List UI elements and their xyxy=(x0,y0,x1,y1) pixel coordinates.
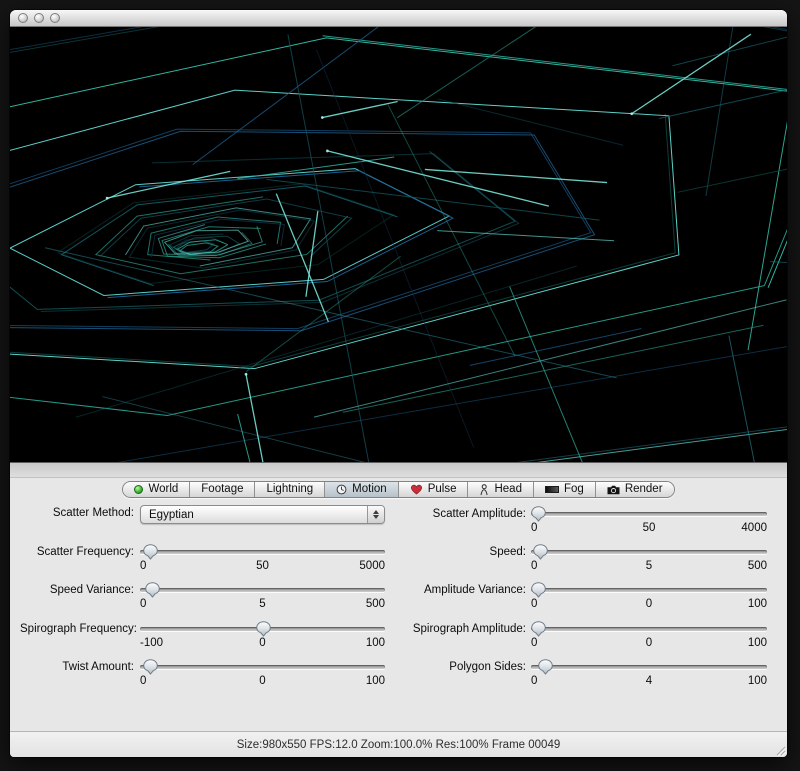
scale-value: 0 xyxy=(259,675,265,687)
scale-value: 100 xyxy=(748,637,767,649)
scale-value: 0 xyxy=(140,598,146,610)
scale-value: 0 xyxy=(531,522,537,534)
tab-label: Head xyxy=(494,482,522,497)
slider-thumb[interactable] xyxy=(143,544,158,560)
control-panel: World Footage Lightning Motion Pulse Head Fog R… xyxy=(10,478,787,731)
camera-icon xyxy=(607,485,620,495)
app-window: World Footage Lightning Motion Pulse Head Fog R… xyxy=(10,10,787,757)
zoom-button[interactable] xyxy=(50,13,60,23)
slider-scale: 0 4 100 xyxy=(531,675,767,689)
green-led-icon xyxy=(134,485,143,494)
scale-value: 0 xyxy=(531,637,537,649)
scale-value: 0 xyxy=(259,637,265,649)
scale-value: 0 xyxy=(531,675,537,687)
panel-divider xyxy=(10,462,787,478)
status-text: Size:980x550 FPS:12.0 Zoom:100.0% Res:10… xyxy=(237,739,560,751)
wireframe-spiral-art xyxy=(10,27,787,462)
tab-label: Pulse xyxy=(428,482,457,497)
slider-thumb[interactable] xyxy=(143,659,158,675)
heart-icon xyxy=(410,484,423,495)
tab-fog[interactable]: Fog xyxy=(534,482,596,497)
scale-value: 50 xyxy=(256,560,269,572)
slider-thumb[interactable] xyxy=(531,621,546,637)
tab-label: Motion xyxy=(352,482,387,497)
slider-scale: 0 50 4000 xyxy=(531,522,767,536)
scatter-method-value: Egyptian xyxy=(149,509,194,521)
scale-value: 0 xyxy=(646,637,652,649)
scale-value: 100 xyxy=(748,675,767,687)
slider-row: Spirograph Amplitude: 0 0 100 xyxy=(310,621,767,655)
tab-world[interactable]: World xyxy=(123,482,190,497)
tab-label: Render xyxy=(625,482,663,497)
render-viewport xyxy=(10,27,787,462)
tab-motion[interactable]: Motion xyxy=(325,482,399,497)
minimize-button[interactable] xyxy=(34,13,44,23)
slider-thumb[interactable] xyxy=(531,582,546,598)
slider-row: Speed: 0 5 500 xyxy=(310,544,767,578)
slider-track[interactable] xyxy=(531,665,767,669)
slider-label: Polygon Sides: xyxy=(310,659,526,693)
slider-control: 0 0 100 xyxy=(531,582,767,616)
slider-thumb[interactable] xyxy=(538,659,553,675)
slider-control: 0 5 500 xyxy=(531,544,767,578)
slider-control: 0 0 100 xyxy=(531,621,767,655)
scatter-method-label: Scatter Method: xyxy=(20,505,134,539)
tab-render[interactable]: Render xyxy=(596,482,674,497)
slider-row: Polygon Sides: 0 4 100 xyxy=(310,659,767,693)
tab-bar: World Footage Lightning Motion Pulse Head Fog R… xyxy=(122,481,674,498)
title-bar[interactable] xyxy=(10,10,787,27)
scale-value: 0 xyxy=(646,598,652,610)
slider-row: Amplitude Variance: 0 0 100 xyxy=(310,582,767,616)
slider-label: Spirograph Frequency: xyxy=(20,621,134,655)
slider-thumb[interactable] xyxy=(256,621,271,637)
scale-value: 0 xyxy=(531,560,537,572)
slider-track[interactable] xyxy=(531,627,767,631)
slider-row: Scatter Amplitude: 0 50 4000 xyxy=(310,506,767,540)
slider-scale: 0 0 100 xyxy=(531,637,767,651)
tab-label: Fog xyxy=(564,482,584,497)
tab-head[interactable]: Head xyxy=(468,482,534,497)
scale-value: 5 xyxy=(259,598,265,610)
slider-control: 0 4 100 xyxy=(531,659,767,693)
tab-label: World xyxy=(148,482,178,497)
slider-scale: 0 5 500 xyxy=(531,560,767,574)
slider-label: Speed: xyxy=(310,544,526,578)
slider-scale: 0 0 100 xyxy=(531,598,767,612)
scale-value: 0 xyxy=(531,598,537,610)
tab-bar-wrap: World Footage Lightning Motion Pulse Head Fog R… xyxy=(10,481,787,498)
tab-label: Footage xyxy=(201,482,243,497)
tab-lightning[interactable]: Lightning xyxy=(255,482,325,497)
scale-value: 4 xyxy=(646,675,652,687)
scale-value: -100 xyxy=(140,637,163,649)
slider-track[interactable] xyxy=(531,512,767,516)
slider-thumb[interactable] xyxy=(533,544,548,560)
slider-control: 0 50 4000 xyxy=(531,506,767,540)
slider-label: Speed Variance: xyxy=(20,582,134,616)
scale-value: 4000 xyxy=(741,522,767,534)
slider-label: Amplitude Variance: xyxy=(310,582,526,616)
person-icon xyxy=(479,484,489,496)
slider-label: Twist Amount: xyxy=(20,659,134,693)
slider-label: Scatter Amplitude: xyxy=(310,506,526,540)
tab-pulse[interactable]: Pulse xyxy=(399,482,469,497)
slider-track[interactable] xyxy=(531,550,767,554)
scale-value: 0 xyxy=(140,560,146,572)
slider-label: Scatter Frequency: xyxy=(20,544,134,578)
scale-value: 0 xyxy=(140,675,146,687)
scale-value: 100 xyxy=(748,598,767,610)
close-button[interactable] xyxy=(18,13,28,23)
tab-label: Lightning xyxy=(266,482,313,497)
scale-value: 5 xyxy=(646,560,652,572)
fog-swatch-icon xyxy=(545,486,559,493)
scale-value: 50 xyxy=(643,522,656,534)
slider-label: Spirograph Amplitude: xyxy=(310,621,526,655)
scale-value: 500 xyxy=(748,560,767,572)
slider-track[interactable] xyxy=(531,588,767,592)
tab-footage[interactable]: Footage xyxy=(190,482,255,497)
slider-thumb[interactable] xyxy=(145,582,160,598)
clock-icon xyxy=(336,484,347,495)
slider-thumb[interactable] xyxy=(531,506,546,522)
status-bar: Size:980x550 FPS:12.0 Zoom:100.0% Res:10… xyxy=(10,731,787,757)
resize-grip-icon[interactable] xyxy=(773,743,786,756)
